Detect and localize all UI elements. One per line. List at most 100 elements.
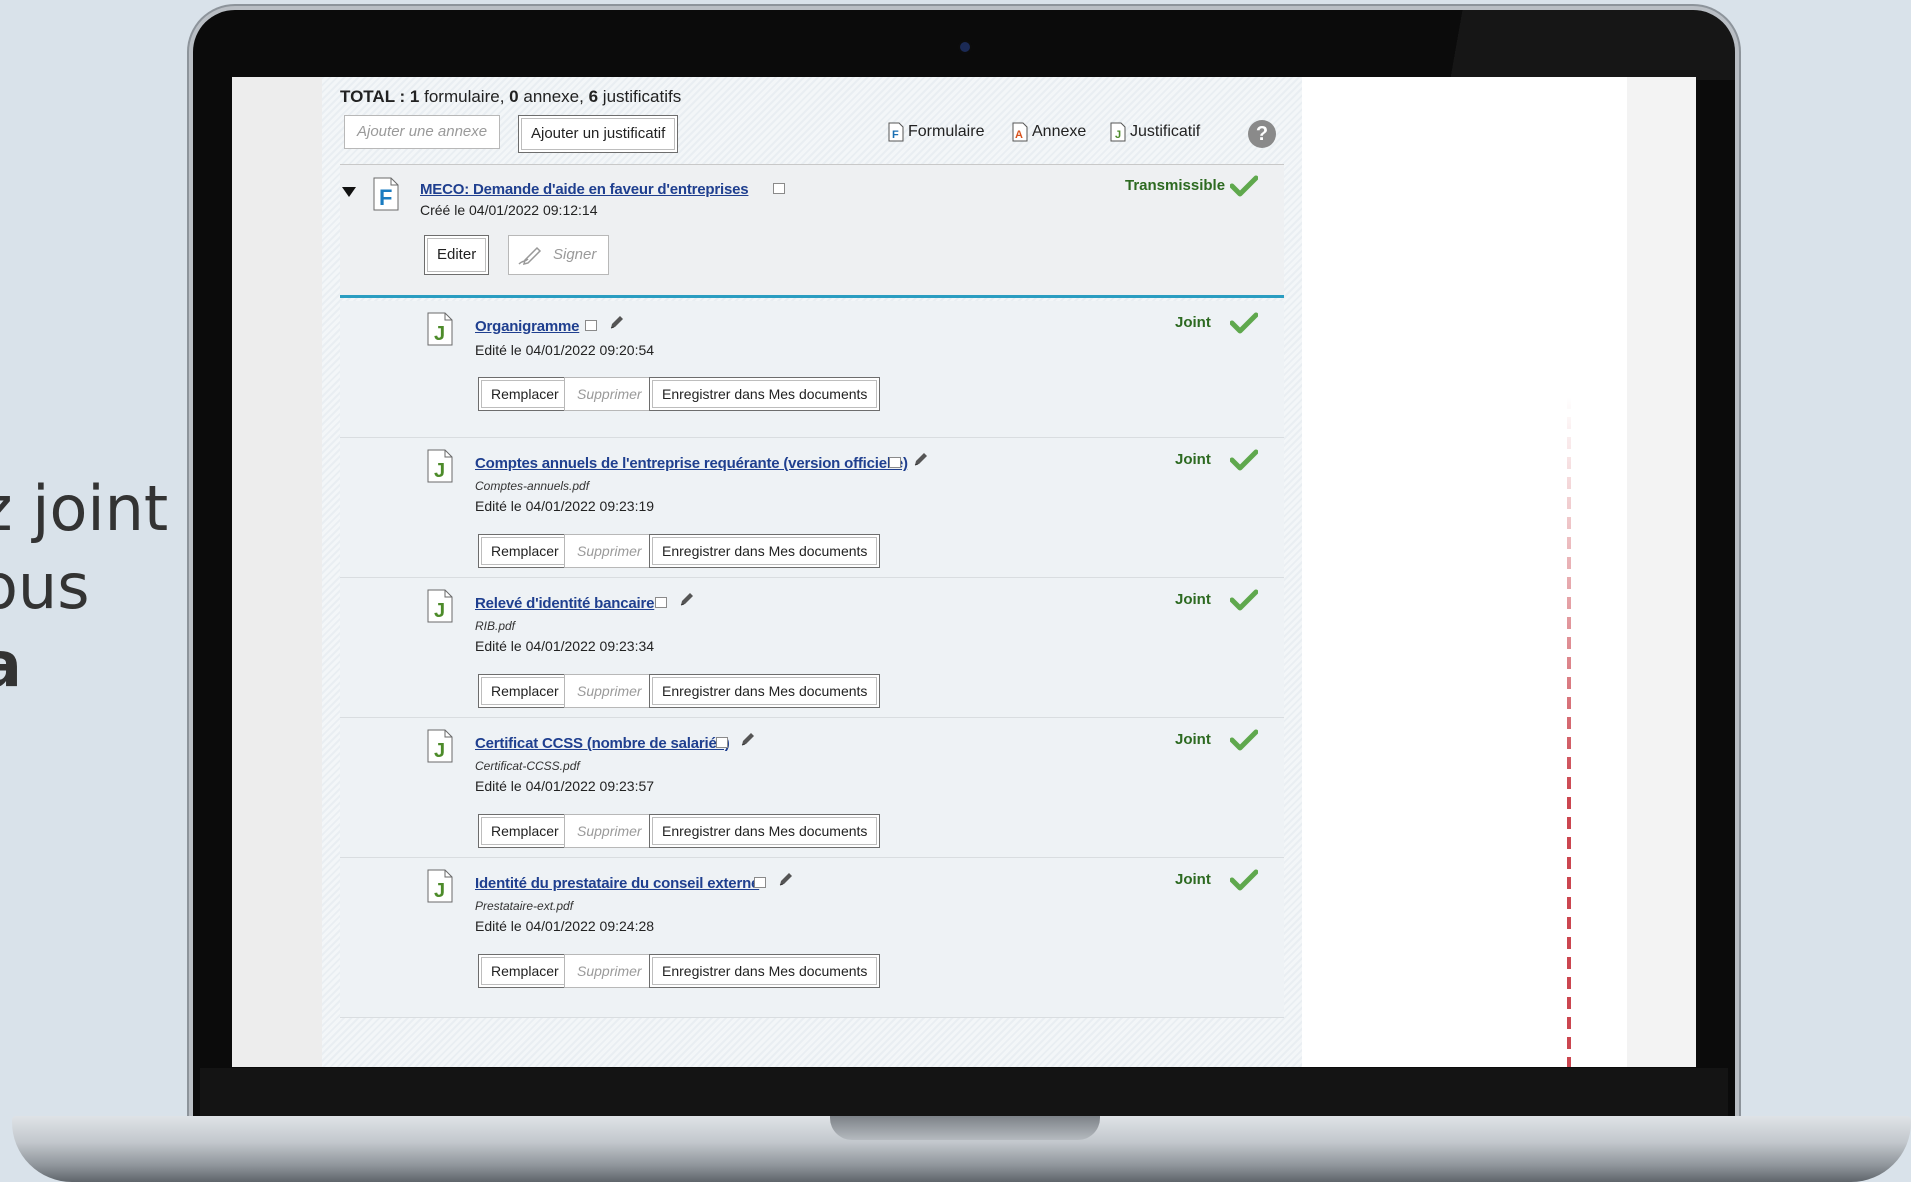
replace-button[interactable]: Remplacer — [478, 674, 572, 708]
check-icon — [1230, 869, 1258, 891]
justif-file-icon: J — [1110, 122, 1126, 142]
form-select-checkbox[interactable] — [773, 183, 785, 194]
documents-content: TOTAL : 1 formulaire, 0 annexe, 6 justif… — [340, 77, 1284, 1067]
attachment-select-checkbox[interactable] — [754, 877, 766, 888]
attachment-item: J Organigramme Edité le 04/01/2022 09:20… — [340, 301, 1284, 438]
slide-text-line-1: z joint — [0, 472, 169, 545]
svg-text:J: J — [434, 323, 445, 345]
laptop-screen: TOTAL : 1 formulaire, 0 annexe, 6 justif… — [232, 77, 1696, 1067]
delete-button[interactable]: Supprimer — [564, 534, 655, 568]
slide-text-line-3: a — [0, 628, 22, 701]
laptop-chin — [200, 1068, 1728, 1120]
svg-text:J: J — [1115, 129, 1121, 141]
attachment-filename: Comptes-annuels.pdf — [475, 479, 590, 493]
attachment-title-link[interactable]: Relevé d'identité bancaire — [475, 595, 654, 612]
attachment-title-link[interactable]: Organigramme — [475, 318, 580, 335]
legend-annex-label: Annexe — [1032, 123, 1087, 140]
check-icon — [1230, 729, 1258, 751]
svg-text:F: F — [379, 185, 392, 210]
form-block: F MECO: Demande d'aide en faveur d'entre… — [340, 165, 1284, 298]
help-icon[interactable]: ? — [1248, 120, 1276, 148]
save-to-documents-button[interactable]: Enregistrer dans Mes documents — [649, 814, 881, 848]
form-status: Transmissible — [1125, 177, 1226, 194]
replace-button[interactable]: Remplacer — [478, 954, 572, 988]
scroll-arrow-line — [1567, 397, 1571, 1067]
attachment-item: J Comptes annuels de l'entreprise requér… — [340, 438, 1284, 578]
form-accent-line — [340, 295, 1284, 298]
check-icon — [1230, 589, 1258, 611]
legend-annex: A Annexe — [1012, 122, 1086, 142]
svg-text:J: J — [434, 880, 445, 902]
attachment-select-checkbox[interactable] — [585, 320, 597, 331]
replace-button[interactable]: Remplacer — [478, 814, 572, 848]
legend-form: F Formulaire — [888, 122, 984, 142]
attachment-status: Joint — [1175, 871, 1211, 888]
justif-document-icon: J — [427, 729, 453, 763]
attachment-item: J Certificat CCSS (nombre de salariés) C… — [340, 718, 1284, 858]
save-to-documents-button[interactable]: Enregistrer dans Mes documents — [649, 954, 881, 988]
bezel-glare — [1400, 10, 1735, 80]
save-to-documents-button[interactable]: Enregistrer dans Mes documents — [649, 534, 881, 568]
slide-text-line-2: ous — [0, 550, 90, 623]
annexes-count: 0 — [509, 87, 519, 106]
delete-button[interactable]: Supprimer — [564, 814, 655, 848]
form-document-icon: F — [373, 177, 399, 211]
attachment-status: Joint — [1175, 314, 1211, 331]
screen-right-shade — [1627, 77, 1696, 1067]
slide-text: z joint ous a — [0, 470, 168, 704]
justif-count: 6 — [588, 87, 599, 106]
svg-text:A: A — [1015, 129, 1023, 141]
attachment-edited-date: Edité le 04/01/2022 09:23:19 — [475, 498, 655, 514]
attachment-status: Joint — [1175, 451, 1211, 468]
total-label: TOTAL : — [340, 87, 406, 106]
pencil-edit-icon[interactable] — [912, 452, 928, 468]
camera-icon — [960, 42, 970, 52]
pencil-edit-icon[interactable] — [777, 872, 793, 888]
collapse-triangle-icon[interactable] — [342, 187, 356, 197]
attachment-status: Joint — [1175, 731, 1211, 748]
svg-text:F: F — [892, 129, 899, 141]
delete-button[interactable]: Supprimer — [564, 954, 655, 988]
sign-button[interactable]: Signer — [508, 235, 610, 275]
check-icon — [1230, 449, 1258, 471]
replace-button[interactable]: Remplacer — [478, 534, 572, 568]
svg-text:J: J — [434, 460, 445, 482]
replace-button[interactable]: Remplacer — [478, 377, 572, 411]
attachment-filename: RIB.pdf — [475, 619, 516, 633]
form-file-icon: F — [888, 122, 904, 142]
forms-count: 1 — [409, 87, 420, 106]
attachment-title-link[interactable]: Identité du prestataire du conseil exter… — [475, 875, 759, 892]
annex-file-icon: A — [1012, 122, 1028, 142]
pencil-edit-icon[interactable] — [739, 732, 755, 748]
save-to-documents-button[interactable]: Enregistrer dans Mes documents — [649, 377, 881, 411]
legend-justif-label: Justificatif — [1130, 123, 1201, 140]
save-to-documents-button[interactable]: Enregistrer dans Mes documents — [649, 674, 881, 708]
add-annex-button[interactable]: Ajouter une annexe — [344, 115, 501, 149]
legend-justif: J Justificatif — [1110, 122, 1200, 142]
check-icon — [1230, 312, 1258, 334]
attachment-select-checkbox[interactable] — [889, 457, 901, 468]
justif-document-icon: J — [427, 449, 453, 483]
form-title-link[interactable]: MECO: Demande d'aide en faveur d'entrepr… — [420, 181, 749, 198]
attachment-item: J Relevé d'identité bancaire RIB.pdf Edi… — [340, 578, 1284, 718]
edit-button[interactable]: Editer — [424, 235, 490, 275]
attachment-title-link[interactable]: Comptes annuels de l'entreprise requéran… — [475, 455, 908, 472]
justif-document-icon: J — [427, 869, 453, 903]
attachment-status: Joint — [1175, 591, 1211, 608]
pencil-edit-icon[interactable] — [678, 592, 694, 608]
sign-pen-icon — [518, 246, 542, 266]
delete-button[interactable]: Supprimer — [564, 377, 655, 411]
attachment-title-link[interactable]: Certificat CCSS (nombre de salariés) — [475, 735, 730, 752]
add-justif-button[interactable]: Ajouter un justificatif — [518, 115, 679, 153]
justif-document-icon: J — [427, 312, 453, 346]
attachment-filename: Prestataire-ext.pdf — [475, 899, 574, 913]
attachment-filename: Certificat-CCSS.pdf — [475, 759, 580, 773]
check-icon — [1230, 175, 1258, 197]
attachment-edited-date: Edité le 04/01/2022 09:24:28 — [475, 918, 655, 934]
pencil-edit-icon[interactable] — [608, 315, 624, 331]
total-summary: TOTAL : 1 formulaire, 0 annexe, 6 justif… — [340, 87, 681, 107]
attachment-select-checkbox[interactable] — [716, 737, 728, 748]
attachment-select-checkbox[interactable] — [655, 597, 667, 608]
delete-button[interactable]: Supprimer — [564, 674, 655, 708]
attachment-edited-date: Edité le 04/01/2022 09:20:54 — [475, 342, 655, 358]
